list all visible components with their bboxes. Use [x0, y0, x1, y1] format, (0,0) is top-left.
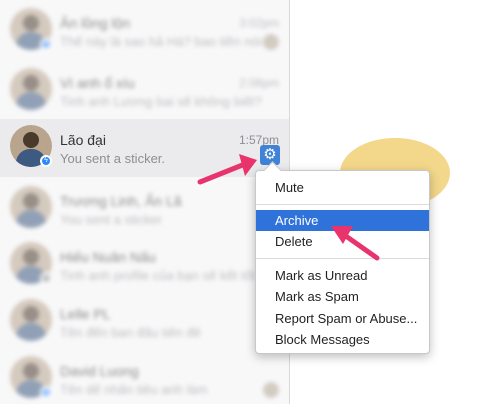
- messenger-badge-icon: ϟ: [40, 386, 52, 398]
- conversation-name: Lão đại: [60, 132, 106, 148]
- conversation-snippet: Tên đến ban đấu tiên đê: [60, 325, 201, 340]
- conversation-snippet: You sent a sticker.: [60, 151, 166, 166]
- seen-avatar: [263, 382, 279, 398]
- menu-separator: [256, 204, 429, 205]
- avatar: [10, 68, 52, 110]
- conversation-snippet: Thế này là sao hả Hà? bao tiền nói: [60, 34, 262, 49]
- menu-item-mark-unread[interactable]: Mark as Unread: [256, 265, 429, 286]
- conversation-time: 3:02pm: [238, 16, 279, 30]
- conversation-snippet: Tên dế nhấn tiêu anh làm: [60, 382, 208, 397]
- conversation-row[interactable]: ϟ Ân lồng lộn Thế này là sao hả Hà? bao …: [0, 2, 289, 60]
- conversation-name: Trương Linh, Ấn Lã: [60, 193, 182, 209]
- menu-item-report-spam[interactable]: Report Spam or Abuse...: [256, 308, 429, 329]
- messenger-badge-icon: ϟ: [40, 38, 52, 50]
- annotation-arrow-archive: [331, 226, 380, 261]
- menu-item-mark-spam[interactable]: Mark as Spam: [256, 286, 429, 307]
- conversation-name: Lelle PL: [60, 306, 111, 322]
- messenger-badge-icon: ϟ: [40, 155, 52, 167]
- annotation-arrow-gear: [197, 154, 257, 185]
- conversation-name: Hiếu Nuân Nấu: [60, 249, 156, 265]
- conversation-snippet: Tinh anh Lương bai sẽ không biết?: [60, 94, 262, 109]
- menu-item-mute[interactable]: Mute: [256, 177, 429, 198]
- conversation-row[interactable]: f Hiếu Nuân Nấu Tinh anh profile của bạn…: [0, 236, 289, 294]
- conversation-snippet: You sent a sticker: [60, 212, 163, 227]
- conversation-row[interactable]: ϟ David Luong Tên dế nhấn tiêu anh làm: [0, 350, 289, 408]
- conversation-time: 2:08pm: [238, 76, 279, 90]
- conversation-snippet: Tinh anh profile của bạn sẽ kết tốt: [60, 268, 256, 283]
- avatar: [10, 186, 52, 228]
- seen-avatar: [263, 34, 279, 50]
- menu-item-block-messages[interactable]: Block Messages: [256, 329, 429, 350]
- conversation-name: Vì anh ổ xíu: [60, 75, 135, 91]
- conversation-list: ϟ Ân lồng lộn Thế này là sao hả Hà? bao …: [0, 0, 289, 404]
- avatar: [10, 299, 52, 341]
- conversation-row[interactable]: Vì anh ổ xíu Tinh anh Lương bai sẽ không…: [0, 62, 289, 120]
- conversation-name: Ân lồng lộn: [60, 15, 131, 31]
- conversation-row[interactable]: Lelle PL Tên đến ban đấu tiên đê: [0, 293, 289, 351]
- conversation-name: David Luong: [60, 363, 139, 379]
- facebook-badge-icon: f: [40, 272, 52, 284]
